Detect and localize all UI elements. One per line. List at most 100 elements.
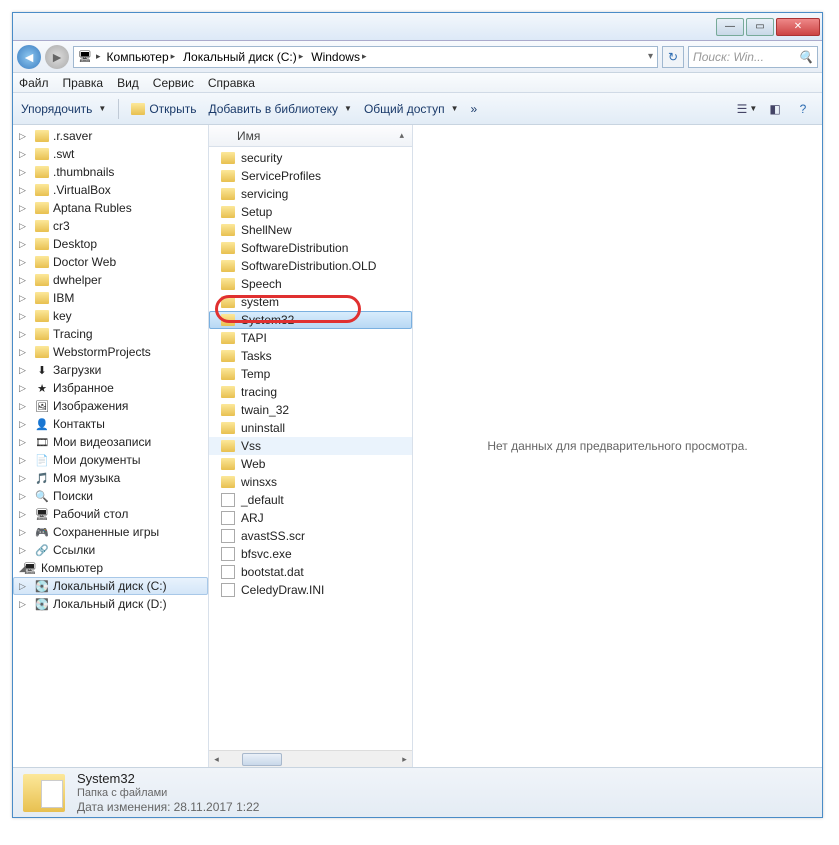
list-item[interactable]: ServiceProfiles: [209, 167, 412, 185]
collapse-icon[interactable]: ◢: [19, 563, 26, 574]
breadcrumb[interactable]: Локальный диск (C:)▸: [181, 50, 305, 64]
help-button[interactable]: ?: [792, 98, 814, 120]
list-item[interactable]: uninstall: [209, 419, 412, 437]
share-button[interactable]: Общий доступ▼: [364, 102, 459, 116]
list-item[interactable]: Web: [209, 455, 412, 473]
expand-icon[interactable]: ▷: [19, 491, 26, 502]
tree-item[interactable]: ▷👤Контакты: [13, 415, 208, 433]
search-input[interactable]: Поиск: Win... 🔍: [688, 46, 818, 68]
tree-item[interactable]: ▷📄Мои документы: [13, 451, 208, 469]
tree-item[interactable]: ▷.VirtualBox: [13, 181, 208, 199]
expand-icon[interactable]: ▷: [19, 293, 26, 304]
tree-item[interactable]: ▷key: [13, 307, 208, 325]
tree-item[interactable]: ▷dwhelper: [13, 271, 208, 289]
expand-icon[interactable]: ▷: [19, 221, 26, 232]
breadcrumb[interactable]: Компьютер▸: [105, 50, 178, 64]
tree-item-disk[interactable]: ▷💽Локальный диск (C:): [13, 577, 208, 595]
tree-item[interactable]: ▷Tracing: [13, 325, 208, 343]
tree-item-computer[interactable]: ◢🖥Компьютер: [13, 559, 208, 577]
list-item[interactable]: avastSS.scr: [209, 527, 412, 545]
address-bar[interactable]: 🖥 ▸ Компьютер▸ Локальный диск (C:)▸ Wind…: [73, 46, 658, 68]
expand-icon[interactable]: ▷: [19, 365, 26, 376]
list-item[interactable]: security: [209, 149, 412, 167]
list-item[interactable]: Temp: [209, 365, 412, 383]
tree-item[interactable]: ▷WebstormProjects: [13, 343, 208, 361]
expand-icon[interactable]: ▷: [19, 149, 26, 160]
list-item[interactable]: bootstat.dat: [209, 563, 412, 581]
view-mode-button[interactable]: ☰▼: [736, 98, 758, 120]
tree-item[interactable]: ▷★Избранное: [13, 379, 208, 397]
tree-item[interactable]: ▷Desktop: [13, 235, 208, 253]
list-item[interactable]: _default: [209, 491, 412, 509]
list-item[interactable]: TAPI: [209, 329, 412, 347]
dropdown-icon[interactable]: ▾: [648, 51, 653, 62]
minimize-button[interactable]: —: [716, 18, 744, 36]
list-item[interactable]: system: [209, 293, 412, 311]
tree-item[interactable]: ▷Doctor Web: [13, 253, 208, 271]
expand-icon[interactable]: ▷: [19, 167, 26, 178]
menu-help[interactable]: Справка: [208, 76, 255, 90]
expand-icon[interactable]: ▷: [19, 599, 26, 610]
breadcrumb[interactable]: Windows▸: [309, 50, 368, 64]
preview-pane-button[interactable]: ◧: [764, 98, 786, 120]
expand-icon[interactable]: ▷: [19, 203, 26, 214]
add-to-library-button[interactable]: Добавить в библиотеку▼: [208, 102, 351, 116]
expand-icon[interactable]: ▷: [19, 257, 26, 268]
tree-item[interactable]: ▷.r.saver: [13, 127, 208, 145]
expand-icon[interactable]: ▷: [19, 581, 26, 592]
list-item[interactable]: System32: [209, 311, 412, 329]
list-item[interactable]: bfsvc.exe: [209, 545, 412, 563]
tree-item[interactable]: ▷⬇Загрузки: [13, 361, 208, 379]
expand-icon[interactable]: ▷: [19, 545, 26, 556]
tree-item[interactable]: ▷🔗Ссылки: [13, 541, 208, 559]
menu-service[interactable]: Сервис: [153, 76, 194, 90]
close-button[interactable]: ✕: [776, 18, 820, 36]
scroll-thumb[interactable]: [242, 753, 282, 766]
expand-icon[interactable]: ▷: [19, 347, 26, 358]
tree-item[interactable]: ▷🎞Мои видеозаписи: [13, 433, 208, 451]
horizontal-scrollbar[interactable]: ◂ ▸: [209, 750, 412, 767]
tree-item[interactable]: ▷.thumbnails: [13, 163, 208, 181]
list-item[interactable]: servicing: [209, 185, 412, 203]
list-item[interactable]: tracing: [209, 383, 412, 401]
scroll-left-icon[interactable]: ◂: [209, 752, 224, 767]
list-item[interactable]: Vss: [209, 437, 412, 455]
list-item[interactable]: twain_32: [209, 401, 412, 419]
tree-item[interactable]: ▷Aptana Rubles: [13, 199, 208, 217]
list-item[interactable]: CeledyDraw.INI: [209, 581, 412, 599]
expand-icon[interactable]: ▷: [19, 383, 26, 394]
expand-icon[interactable]: ▷: [19, 131, 26, 142]
expand-icon[interactable]: ▷: [19, 527, 26, 538]
forward-button[interactable]: ►: [45, 45, 69, 69]
tree-item-disk[interactable]: ▷💽Локальный диск (D:): [13, 595, 208, 613]
tree-item[interactable]: ▷cr3: [13, 217, 208, 235]
open-button[interactable]: Открыть: [131, 102, 196, 116]
expand-icon[interactable]: ▷: [19, 473, 26, 484]
expand-icon[interactable]: ▷: [19, 455, 26, 466]
expand-icon[interactable]: ▷: [19, 509, 26, 520]
tree-item[interactable]: ▷🎮Сохраненные игры: [13, 523, 208, 541]
menu-file[interactable]: Файл: [19, 76, 49, 90]
tree-item[interactable]: ▷🔍Поиски: [13, 487, 208, 505]
scroll-right-icon[interactable]: ▸: [397, 752, 412, 767]
expand-icon[interactable]: ▷: [19, 311, 26, 322]
list-item[interactable]: Setup: [209, 203, 412, 221]
menu-view[interactable]: Вид: [117, 76, 139, 90]
organize-button[interactable]: Упорядочить▼: [21, 102, 106, 116]
expand-icon[interactable]: ▷: [19, 239, 26, 250]
expand-icon[interactable]: ▷: [19, 437, 26, 448]
expand-icon[interactable]: ▷: [19, 419, 26, 430]
list-item[interactable]: SoftwareDistribution: [209, 239, 412, 257]
tree-item[interactable]: ▷🎵Моя музыка: [13, 469, 208, 487]
list-item[interactable]: Speech: [209, 275, 412, 293]
tree-item[interactable]: ▷🖥Рабочий стол: [13, 505, 208, 523]
expand-icon[interactable]: ▷: [19, 401, 26, 412]
list-item[interactable]: ShellNew: [209, 221, 412, 239]
tree-item[interactable]: ▷🖼Изображения: [13, 397, 208, 415]
maximize-button[interactable]: ▭: [746, 18, 774, 36]
file-list[interactable]: securityServiceProfilesservicingSetupShe…: [209, 147, 412, 750]
expand-icon[interactable]: ▷: [19, 185, 26, 196]
back-button[interactable]: ◄: [17, 45, 41, 69]
more-button[interactable]: »: [470, 102, 477, 116]
list-item[interactable]: SoftwareDistribution.OLD: [209, 257, 412, 275]
